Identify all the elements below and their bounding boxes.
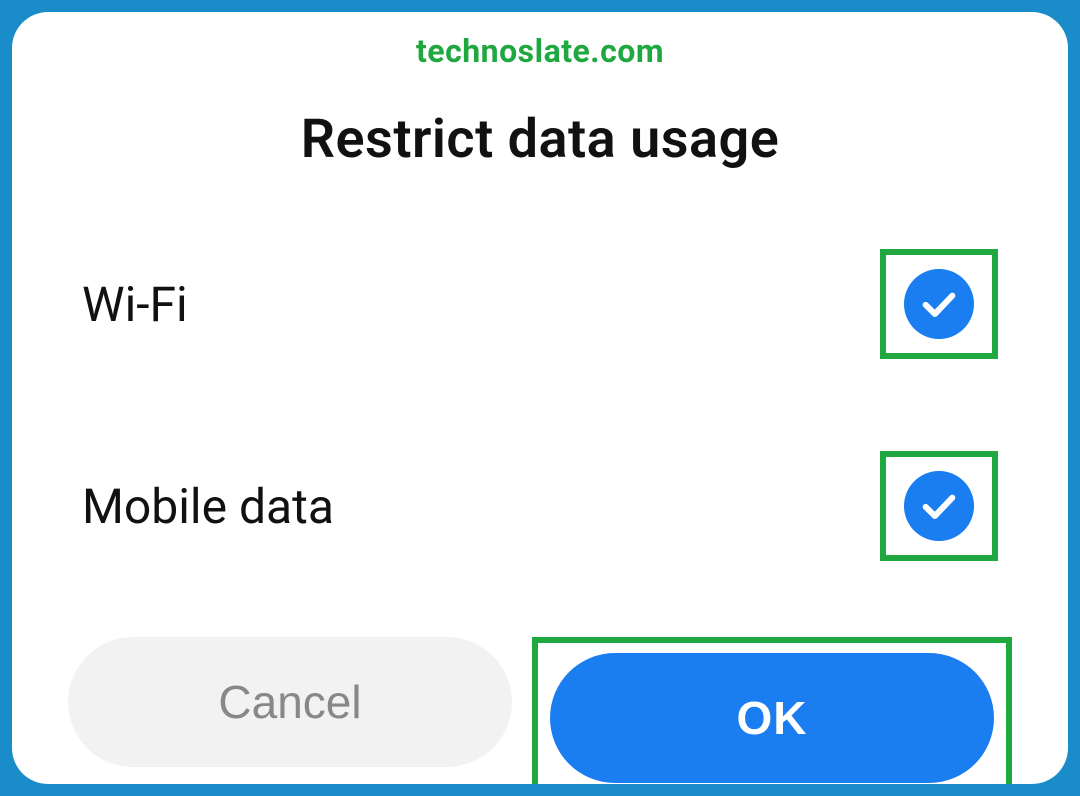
option-row-wifi[interactable]: Wi-Fi — [82, 249, 998, 359]
option-label: Mobile data — [82, 478, 334, 535]
dialog-title: Restrict data usage — [12, 108, 1068, 171]
check-icon — [919, 486, 959, 526]
check-icon — [919, 284, 959, 324]
ok-button[interactable]: OK — [550, 653, 994, 783]
highlight-box — [880, 451, 998, 561]
dialog-frame: technoslate.com Restrict data usage Wi-F… — [12, 12, 1068, 784]
highlight-box — [880, 249, 998, 359]
button-row: Cancel OK — [12, 637, 1068, 784]
options-list: Wi-Fi Mobile data — [12, 249, 1068, 561]
highlight-box: OK — [532, 637, 1012, 784]
option-label: Wi-Fi — [82, 276, 188, 333]
watermark-text: technoslate.com — [12, 32, 1068, 70]
checkbox-wifi[interactable] — [904, 269, 974, 339]
option-row-mobiledata[interactable]: Mobile data — [82, 451, 998, 561]
cancel-button[interactable]: Cancel — [68, 637, 512, 767]
checkbox-mobiledata[interactable] — [904, 471, 974, 541]
